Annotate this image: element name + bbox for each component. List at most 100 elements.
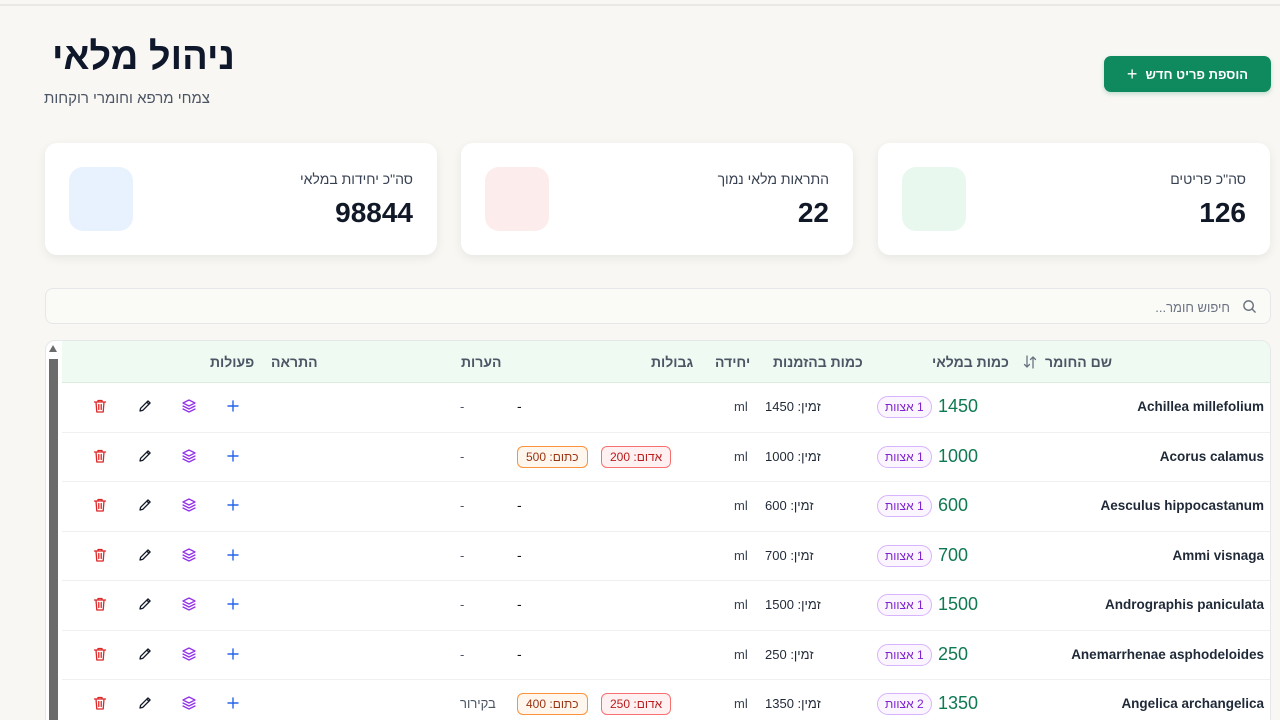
layers-icon[interactable] xyxy=(181,596,201,616)
stat-value: 22 xyxy=(797,197,829,228)
stock-quantity: 250 xyxy=(938,643,969,664)
items-icon xyxy=(902,167,966,231)
edit-icon[interactable] xyxy=(137,497,157,517)
delete-icon[interactable] xyxy=(92,497,112,517)
stat-card-total-items: סה"כ פריטים 126 xyxy=(878,143,1270,255)
order-available: זמין: 250 xyxy=(765,646,814,662)
add-batch-icon[interactable] xyxy=(225,497,245,517)
unit: ml xyxy=(734,498,748,513)
unit: ml xyxy=(734,448,748,464)
inventory-table: שם החומר כמות במלאי כמות בהזמנות יחידה ג… xyxy=(45,340,1271,720)
batch-count-badge[interactable]: 1 אצוות xyxy=(877,396,932,418)
batch-count-badge[interactable]: 1 אצוות xyxy=(877,445,932,468)
stock-quantity: 1500 xyxy=(938,594,979,614)
header-order: כמות בהזמנות xyxy=(773,354,863,370)
layers-icon[interactable] xyxy=(181,398,201,418)
header-stock: כמות במלאי xyxy=(932,354,1009,370)
layers-icon[interactable] xyxy=(181,448,201,468)
plus-icon: + xyxy=(1126,64,1138,84)
add-batch-icon[interactable] xyxy=(225,596,245,616)
header-limits: גבולות xyxy=(651,354,694,370)
add-batch-icon[interactable] xyxy=(225,695,245,715)
edit-icon[interactable] xyxy=(137,646,157,666)
batch-count-badge[interactable]: 1 אצוות xyxy=(877,495,932,517)
stat-card-low-stock: התראות מלאי נמוך 22 xyxy=(461,143,853,255)
header-name[interactable]: שם החומר xyxy=(1045,354,1112,370)
unit: ml xyxy=(734,597,748,612)
unit: ml xyxy=(734,547,748,563)
sort-icon[interactable] xyxy=(1022,354,1038,370)
alert-icon xyxy=(485,167,549,231)
item-name: Aesculus hippocastanum xyxy=(1100,498,1264,513)
page-subtitle: צמחי מרפא וחומרי רוקחות xyxy=(44,90,210,107)
order-available: זמין: 700 xyxy=(765,547,814,563)
header-actions: פעולות xyxy=(210,354,255,370)
limits-value: - xyxy=(517,497,522,513)
notes-value: - xyxy=(460,547,465,563)
edit-icon[interactable] xyxy=(137,448,157,468)
delete-icon[interactable] xyxy=(92,596,112,616)
table-row: Anemarrhenae asphodeloides 250 1 אצוות זמין… xyxy=(62,631,1270,680)
notes-value: - xyxy=(460,399,465,414)
table-header: שם החומר כמות במלאי כמות בהזמנות יחידה ג… xyxy=(62,341,1270,383)
table-row: Angelica archangelica 1350 2 אצוות זמין: 13… xyxy=(62,680,1270,720)
layers-icon[interactable] xyxy=(181,646,201,666)
notes-value: - xyxy=(460,448,465,464)
notes-value: בקירור xyxy=(460,696,496,711)
delete-icon[interactable] xyxy=(92,398,112,418)
batch-count-badge[interactable]: 2 אצוות xyxy=(877,693,932,715)
unit: ml xyxy=(734,696,748,711)
delete-icon[interactable] xyxy=(92,695,112,715)
limits-value: - xyxy=(517,546,522,563)
add-item-label: הוספת פריט חדש xyxy=(1145,66,1249,82)
add-batch-icon[interactable] xyxy=(225,448,245,468)
stat-value: 98844 xyxy=(335,197,413,228)
add-batch-icon[interactable] xyxy=(225,547,245,567)
layers-icon[interactable] xyxy=(181,547,201,567)
batch-count-badge[interactable]: 1 אצוות xyxy=(877,544,932,567)
top-divider xyxy=(0,4,1280,6)
batch-count-badge[interactable]: 1 אצוות xyxy=(877,594,932,616)
scroll-up-arrow-icon[interactable] xyxy=(49,345,57,352)
add-batch-icon[interactable] xyxy=(225,646,245,666)
stock-quantity: 600 xyxy=(938,495,969,515)
add-item-button[interactable]: הוספת פריט חדש + xyxy=(1104,56,1271,92)
search-input[interactable] xyxy=(130,297,1230,317)
stock-quantity: 1000 xyxy=(938,445,979,466)
search-bar xyxy=(45,288,1271,324)
stock-quantity: 700 xyxy=(938,544,969,565)
delete-icon[interactable] xyxy=(92,646,112,666)
notes-value: - xyxy=(460,646,465,662)
item-name: Ammi visnaga xyxy=(1172,547,1264,563)
orange-threshold-badge: כתום: 400 xyxy=(517,693,588,715)
edit-icon[interactable] xyxy=(137,695,157,715)
table-row: Ammi visnaga 700 1 אצוות זמין: 700 ml - - xyxy=(62,532,1270,581)
limits-value: - xyxy=(517,645,522,662)
delete-icon[interactable] xyxy=(92,448,112,468)
edit-icon[interactable] xyxy=(137,596,157,616)
stat-label: סה"כ פריטים xyxy=(1170,171,1246,187)
stat-value: 126 xyxy=(1199,197,1246,228)
item-name: Acorus calamus xyxy=(1159,448,1264,464)
table-row: Achillea millefolium 1450 1 אצוות זמין: 145… xyxy=(62,383,1270,433)
edit-icon[interactable] xyxy=(137,547,157,567)
table-row: Aesculus hippocastanum 600 1 אצוות זמין: 60… xyxy=(62,482,1270,532)
notes-value: - xyxy=(460,597,465,612)
layers-icon[interactable] xyxy=(181,497,201,517)
stock-quantity: 1450 xyxy=(938,396,979,416)
red-threshold-badge: אדום: 250 xyxy=(601,693,672,715)
item-name: Andrographis paniculata xyxy=(1104,597,1264,612)
add-batch-icon[interactable] xyxy=(225,398,245,418)
header-notes: הערות xyxy=(461,354,502,370)
units-icon xyxy=(69,167,133,231)
search-icon xyxy=(1243,300,1256,313)
order-available: זמין: 1500 xyxy=(765,597,821,612)
table-scrollbar[interactable] xyxy=(49,359,58,720)
batch-count-badge[interactable]: 1 אצוות xyxy=(877,643,932,666)
delete-icon[interactable] xyxy=(92,547,112,567)
header-unit: יחידה xyxy=(715,354,751,370)
layers-icon[interactable] xyxy=(181,695,201,715)
edit-icon[interactable] xyxy=(137,398,157,418)
header-alert: התראה xyxy=(271,354,318,370)
red-threshold-badge: אדום: 200 xyxy=(601,445,672,468)
